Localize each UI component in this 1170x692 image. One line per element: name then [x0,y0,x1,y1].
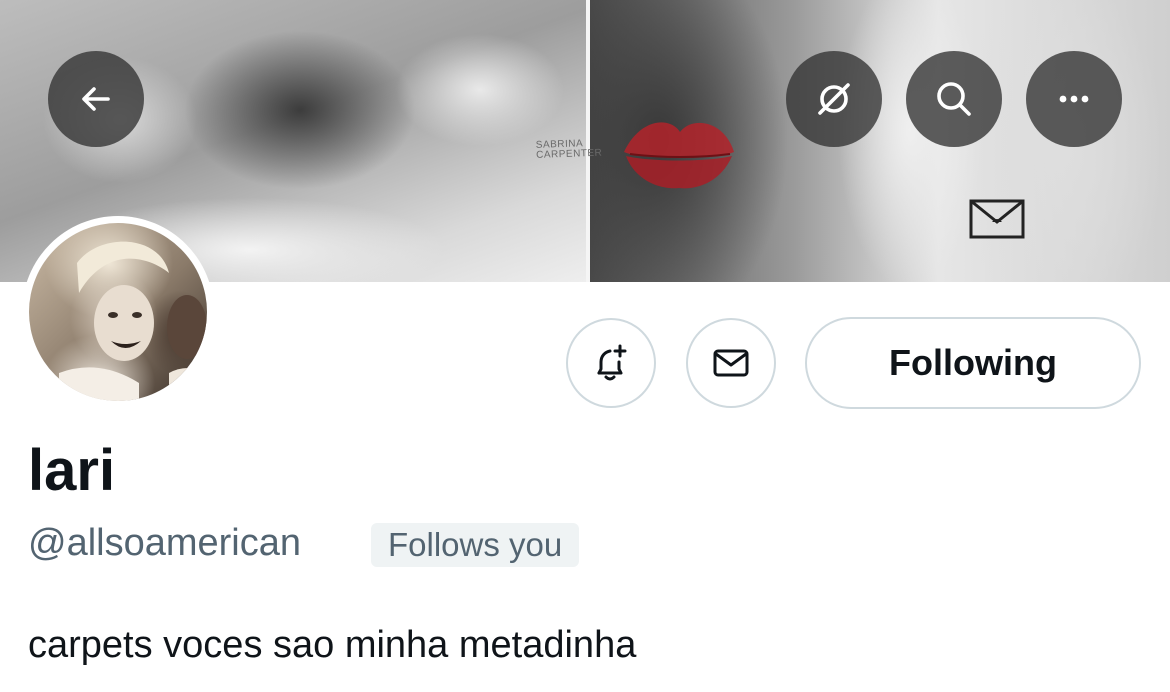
more-button[interactable] [1026,51,1122,147]
display-name: lari [28,438,116,503]
banner-watermark: SABRINA CARPENTER [535,138,603,161]
search-button[interactable] [906,51,1002,147]
profile-bio: carpets voces sao minha metadinha [28,624,637,666]
back-button[interactable] [48,51,144,147]
message-button[interactable] [686,318,776,408]
envelope-tattoo [969,199,1025,239]
avatar-figures [59,241,207,401]
grok-button[interactable] [786,51,882,147]
follows-you-badge: Follows you [371,523,580,567]
notifications-button[interactable] [566,318,656,408]
arrow-left-icon [82,87,110,111]
slashed-circle-icon [818,83,850,115]
search-icon [937,82,971,116]
bell-plus-icon [597,344,627,381]
envelope-icon [713,349,749,377]
lipstick-kiss-mark [624,122,734,189]
follows-you-label: Follows you [388,526,563,563]
avatar-photo [29,223,207,401]
avatar[interactable] [22,216,214,408]
more-horizontal-icon [1059,95,1089,103]
following-button[interactable]: Following [805,317,1141,409]
user-handle: @allsoamerican [28,522,302,564]
